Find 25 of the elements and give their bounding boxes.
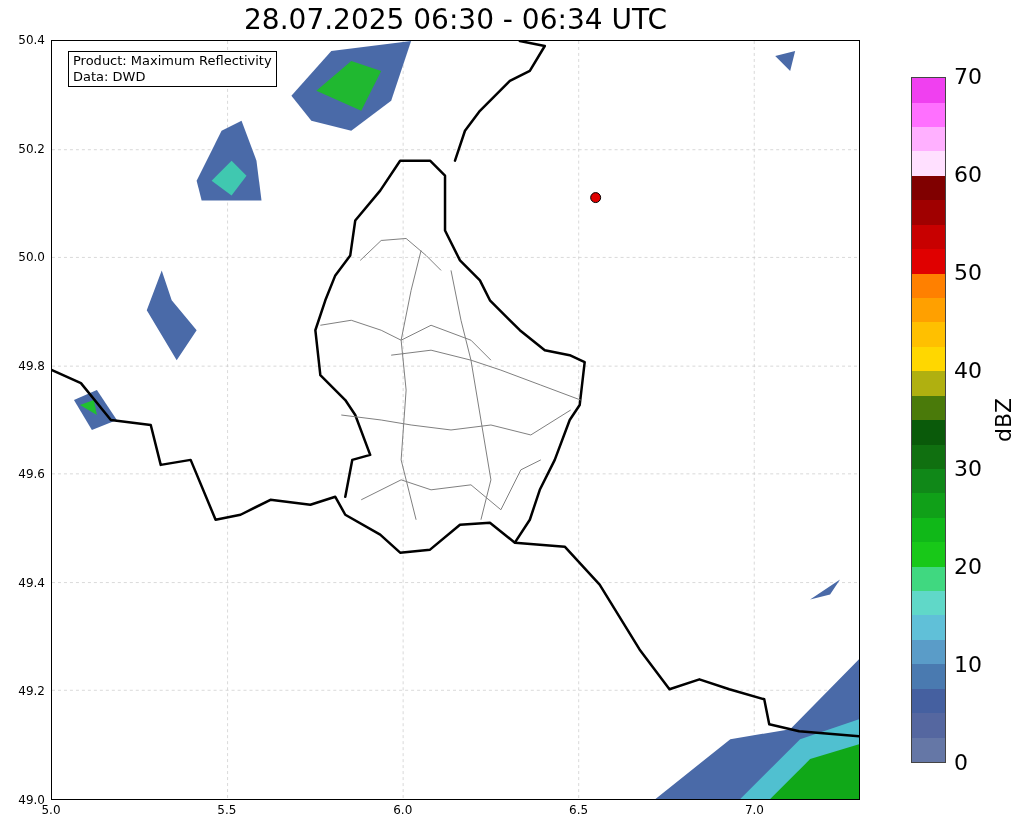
colorbar-tick-label: 20 — [954, 556, 982, 578]
y-tick-label: 49.8 — [18, 359, 45, 372]
colorbar-tick-label: 30 — [954, 458, 982, 480]
x-tick-label: 6.0 — [393, 804, 413, 816]
colorbar-tick-label: 70 — [954, 66, 982, 88]
x-tick-label: 5.5 — [217, 804, 237, 816]
x-tick-label: 6.5 — [569, 804, 589, 816]
y-tick-label: 49.6 — [18, 468, 45, 481]
legend-text: Data: DWD — [73, 69, 147, 85]
y-tick-label: 50.2 — [18, 142, 45, 155]
y-tick-label: 49.2 — [18, 685, 45, 698]
colorbar-label: dBZ — [993, 397, 1015, 443]
y-tick-label: 50.4 — [18, 34, 45, 46]
x-tick-label: 7.0 — [744, 804, 764, 816]
colorbar-tick-label: 60 — [954, 164, 982, 186]
colorbar-tick-label: 40 — [954, 360, 982, 382]
colorbar-tick-label: 10 — [954, 654, 982, 676]
y-tick-label: 49.0 — [18, 794, 45, 806]
y-tick-label: 50.0 — [18, 251, 45, 264]
legend-text: Product: Maximum Reflectivity — [73, 53, 272, 69]
chart-title: 28.07.2025 06:30 - 06:34 UTC — [244, 6, 667, 34]
x-tick-label: 5.0 — [41, 804, 61, 816]
colorbar-tick-label: 50 — [954, 262, 982, 284]
colorbar-tick-label: 0 — [954, 752, 968, 774]
y-tick-label: 49.4 — [18, 576, 45, 589]
